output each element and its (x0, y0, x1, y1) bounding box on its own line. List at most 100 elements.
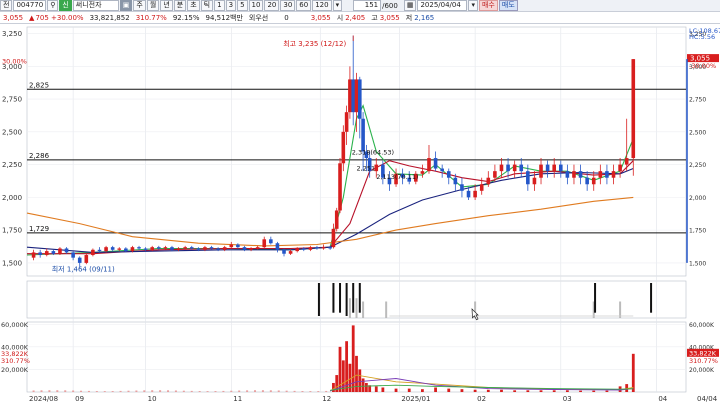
price-tick-label-right: 2,500 (689, 129, 706, 136)
volume-bar (293, 390, 296, 392)
candle-body (110, 247, 115, 250)
candle-body (183, 247, 187, 249)
volume-tick-label-right: 20,000K (689, 367, 715, 374)
volume-bar (254, 390, 257, 392)
signal-bar (352, 283, 355, 313)
volume-bar (285, 390, 288, 392)
price-chart[interactable]: 2024/08 09 10 11 12 2025/01 02 03 04 04/043,250 3,… (0, 0, 720, 404)
volume-bar (72, 390, 75, 392)
volume-bar (277, 390, 280, 392)
price-tick-label: 3,250 (2, 30, 22, 38)
x-tick-label: 04/04 (697, 395, 718, 403)
candle-body (631, 59, 636, 159)
x-tick-label: 12 (322, 395, 331, 403)
x-tick-label: 03 (563, 395, 572, 403)
candle-body (328, 247, 332, 249)
volume-bar (460, 389, 464, 392)
candle-body (539, 164, 543, 178)
volume-bar (238, 390, 241, 392)
mid-annotation-1: 2,318(64.53) (352, 149, 394, 157)
candle-body (255, 247, 260, 249)
volume-bar (361, 378, 365, 392)
volume-bar (473, 389, 477, 392)
mid-annotation-2: 2,251 (357, 164, 376, 172)
x-tick-label: 10 (148, 395, 157, 403)
volume-bar (301, 391, 304, 392)
candle-body (506, 164, 510, 172)
volume-bar (374, 386, 378, 392)
volume-bar (159, 390, 162, 392)
volume-bar (119, 390, 122, 392)
volume-bar (332, 382, 335, 392)
volume-bar (56, 390, 59, 392)
candle-body (479, 184, 484, 191)
candle-body (558, 164, 563, 172)
x-tick-label: 2024/08 (29, 395, 58, 403)
candle-body (163, 247, 168, 249)
candle-body (433, 158, 438, 169)
volume-bar (381, 387, 385, 392)
candle-body (565, 171, 570, 178)
candle-body (295, 248, 299, 252)
signal-bar (339, 283, 342, 313)
volume-bar (182, 390, 185, 392)
volume-bar (206, 391, 209, 392)
volume-bar (214, 391, 217, 392)
candle-body (486, 177, 491, 185)
volume-left-pct: 310.77% (1, 357, 30, 365)
candle-body (605, 171, 609, 178)
volume-bar (95, 391, 98, 392)
x-tick-label: 02 (477, 395, 486, 403)
candle-body (262, 239, 267, 248)
volume-bar (135, 390, 138, 392)
candle-body (348, 79, 352, 113)
candle-body (499, 164, 504, 172)
candle-body (611, 171, 616, 178)
candle-body (288, 251, 293, 254)
volume-bar (317, 391, 320, 392)
volume-pct-label: 310.77% (689, 357, 718, 365)
price-tick-label-right: 2,750 (689, 97, 706, 104)
hline-label: 2,825 (29, 81, 49, 89)
candle-body (157, 247, 161, 249)
candle-body (269, 239, 273, 244)
signal-bar (358, 283, 361, 313)
volume-bar (143, 390, 146, 392)
volume-bar (513, 390, 517, 392)
volume-bar (174, 390, 177, 392)
candle-body (77, 257, 82, 263)
signal-bar (619, 301, 622, 318)
candle-body (453, 177, 458, 185)
candle-body (222, 247, 227, 250)
candle-body (512, 164, 517, 172)
price-tick-label: 2,000 (2, 194, 22, 202)
candle-body (308, 247, 313, 250)
candle-body (334, 210, 339, 229)
candle-body (618, 164, 622, 172)
candle-body (209, 247, 214, 249)
volume-tick-label: 20,000K (1, 366, 29, 374)
candle-body (420, 171, 425, 174)
candle-body (137, 247, 141, 249)
candle-body (446, 171, 451, 178)
volume-bar (103, 391, 106, 392)
x-tick-label: 2025/01 (401, 395, 430, 403)
candle-body (493, 171, 497, 178)
volume-bar (87, 390, 90, 392)
candle-body (572, 171, 576, 178)
candle-body (440, 168, 444, 172)
candle-body (58, 248, 62, 254)
candle-body (275, 243, 280, 250)
candle-body (38, 252, 42, 256)
volume-bar (246, 390, 249, 392)
volume-tick-label: 60,000K (1, 321, 29, 329)
volume-bar (605, 390, 609, 392)
candle-body (585, 177, 589, 185)
price-tick-label: 1,500 (2, 259, 22, 267)
hline-label: 1,729 (29, 225, 49, 233)
signal-bar (362, 301, 365, 318)
candle-body (552, 164, 556, 172)
signal-bar (594, 283, 597, 313)
price-tick-label-right: 1,750 (689, 228, 706, 235)
volume-bar (127, 390, 130, 392)
